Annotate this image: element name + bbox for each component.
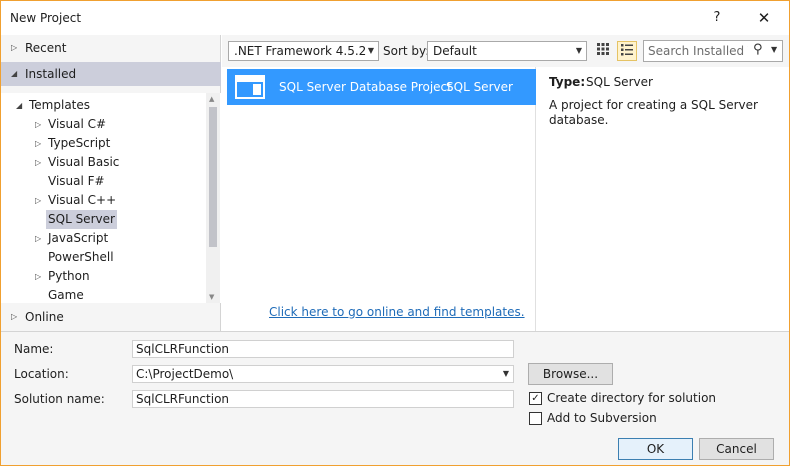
collapse-arrow-icon: ◢	[16, 101, 23, 110]
template-type: SQL Server	[446, 80, 513, 94]
ok-button[interactable]: OK	[618, 438, 693, 460]
checkmark-icon: ✓	[531, 393, 540, 404]
project-details-form: Name: SqlCLRFunction Location: C:\Projec…	[1, 331, 789, 465]
tree-item-label: PowerShell	[48, 250, 114, 264]
expand-arrow-icon: ▷	[35, 234, 42, 243]
nav-recent-label: Recent	[25, 41, 67, 55]
dialog-title: New Project	[10, 11, 82, 25]
expand-arrow-icon: ▷	[11, 43, 18, 52]
type-value: SQL Server	[586, 75, 653, 89]
grid-view-glyph	[597, 43, 609, 55]
description-text: A project for creating a SQL Server data…	[549, 98, 758, 127]
tree-item-templates[interactable]: ◢ Templates	[16, 96, 91, 115]
tree-item-typescript[interactable]: ▷ TypeScript	[35, 134, 111, 153]
dropdown-arrow-icon[interactable]: ▼	[771, 45, 777, 54]
tree-item-visual-basic[interactable]: ▷ Visual Basic	[35, 153, 120, 172]
tree-item-label: Python	[48, 269, 90, 283]
framework-value: .NET Framework 4.5.2	[234, 44, 367, 58]
search-icon[interactable]: ⚲	[753, 42, 763, 57]
tree-item-label: TypeScript	[48, 136, 111, 150]
tree-item-label: JavaScript	[48, 231, 109, 245]
sort-by-label: Sort by:	[383, 44, 430, 58]
location-label: Location:	[14, 367, 69, 381]
title-bar: New Project ? ✕	[1, 1, 789, 35]
search-placeholder: Search Installed Ter	[648, 44, 748, 58]
search-input[interactable]: Search Installed Ter ⚲ ▼	[643, 40, 783, 62]
scroll-down-icon[interactable]: ▼	[209, 293, 214, 301]
tree-item-label: SQL Server	[48, 212, 115, 226]
dropdown-arrow-icon[interactable]: ▼	[503, 366, 509, 382]
help-button[interactable]: ?	[701, 5, 733, 31]
tree-item-templates-label: Templates	[29, 98, 91, 112]
nav-online[interactable]: ▷ Online	[1, 305, 221, 329]
tree-item-javascript[interactable]: ▷ JavaScript	[35, 229, 109, 248]
tree-item-label: Visual F#	[48, 174, 105, 188]
solution-name-value: SqlCLRFunction	[136, 392, 230, 406]
tree-item-visual-csharp[interactable]: ▷ Visual C#	[35, 115, 107, 134]
tree-item-visual-fsharp[interactable]: Visual F#	[48, 172, 105, 191]
sort-value: Default	[433, 44, 477, 58]
scrollbar-thumb[interactable]	[209, 107, 217, 247]
template-navigation-panel: ▷ Recent ◢ Installed ◢ Templates ▷ Visua…	[1, 35, 221, 331]
expand-arrow-icon: ▷	[35, 272, 42, 281]
tree-item-game[interactable]: Game	[48, 286, 84, 305]
name-field[interactable]: SqlCLRFunction	[132, 340, 514, 358]
expand-arrow-icon: ▷	[11, 312, 18, 321]
tree-item-visual-cpp[interactable]: ▷ Visual C++	[35, 191, 117, 210]
tree-item-powershell[interactable]: PowerShell	[48, 248, 114, 267]
template-tree: ◢ Templates ▷ Visual C# ▷ TypeScript ▷ V…	[1, 93, 221, 303]
nav-online-label: Online	[25, 310, 64, 324]
dropdown-arrow-icon: ▼	[367, 46, 374, 55]
create-directory-label: Create directory for solution	[547, 391, 717, 405]
location-field[interactable]: C:\ProjectDemo\ ▼	[132, 365, 514, 383]
location-value: C:\ProjectDemo\	[136, 367, 234, 381]
tree-item-label: Game	[48, 288, 84, 302]
nav-installed-label: Installed	[25, 67, 77, 81]
scroll-up-icon[interactable]: ▲	[209, 95, 214, 103]
online-templates-link[interactable]: Click here to go online and find templat…	[269, 305, 525, 319]
tree-scrollbar[interactable]: ▲ ▼	[206, 93, 220, 303]
template-item-sql-server-database-project[interactable]: SQL Server Database Project SQL Server	[227, 69, 536, 105]
template-list: SQL Server Database Project SQL Server C…	[222, 67, 536, 331]
tree-item-label: Visual Basic	[48, 155, 120, 169]
template-description-panel: Type: SQL Server A project for creating …	[537, 67, 789, 331]
tree-item-sql-server[interactable]: SQL Server	[46, 210, 117, 229]
name-label: Name:	[14, 342, 54, 356]
add-to-subversion-label: Add to Subversion	[547, 411, 657, 425]
solution-name-field[interactable]: SqlCLRFunction	[132, 390, 514, 408]
collapse-arrow-icon: ◢	[11, 69, 18, 78]
template-name: SQL Server Database Project	[279, 80, 452, 94]
list-view-glyph	[621, 44, 633, 56]
close-button[interactable]: ✕	[746, 5, 782, 31]
nav-recent[interactable]: ▷ Recent	[1, 36, 221, 60]
cancel-button[interactable]: Cancel	[699, 438, 774, 460]
expand-arrow-icon: ▷	[35, 139, 42, 148]
expand-arrow-icon: ▷	[35, 158, 42, 167]
new-project-dialog: New Project ? ✕ ▷ Recent ◢ Installed ◢ T…	[0, 0, 790, 466]
expand-arrow-icon: ▷	[35, 196, 42, 205]
expand-arrow-icon: ▷	[35, 120, 42, 129]
browse-button[interactable]: Browse...	[528, 363, 613, 385]
tree-item-python[interactable]: ▷ Python	[35, 267, 90, 286]
name-value: SqlCLRFunction	[136, 342, 230, 356]
solution-name-label: Solution name:	[14, 392, 105, 406]
sort-dropdown[interactable]: Default ▼	[427, 41, 587, 61]
tree-item-label: Visual C#	[48, 117, 107, 131]
framework-dropdown[interactable]: .NET Framework 4.5.2 ▼	[228, 41, 379, 61]
template-toolbar: .NET Framework 4.5.2 ▼ Sort by: Default …	[222, 35, 789, 67]
tree-item-label: Visual C++	[48, 193, 117, 207]
add-to-subversion-checkbox[interactable]	[529, 412, 542, 425]
create-directory-checkbox[interactable]: ✓	[529, 392, 542, 405]
nav-installed[interactable]: ◢ Installed	[1, 62, 221, 86]
database-project-icon	[235, 75, 265, 99]
list-view-icon[interactable]	[617, 41, 637, 61]
dropdown-arrow-icon: ▼	[575, 46, 582, 55]
grid-view-icon[interactable]	[593, 41, 613, 61]
type-label: Type:	[549, 75, 586, 89]
